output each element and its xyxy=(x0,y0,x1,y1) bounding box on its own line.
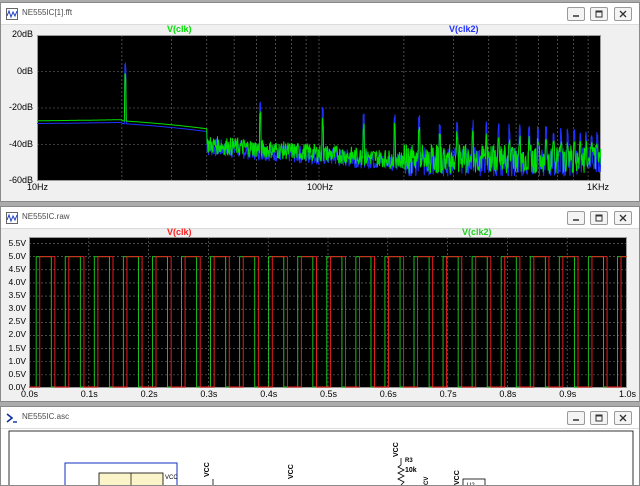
svg-text:VCC: VCC xyxy=(393,442,400,457)
fft-minimize-button[interactable] xyxy=(567,7,585,21)
transient-close-button[interactable] xyxy=(614,211,632,225)
chip-vcc-label: VCC xyxy=(165,475,178,481)
r3-name: R3 xyxy=(405,458,413,464)
minimize-icon xyxy=(573,419,579,421)
waveform-app-icon xyxy=(6,212,18,224)
svg-text:VCC: VCC xyxy=(454,470,461,485)
close-icon xyxy=(619,214,627,222)
fft-plot-area[interactable] xyxy=(37,35,602,181)
transient-titlebar[interactable]: NE555IC.raw xyxy=(1,207,639,229)
transient-x-tick-10: 1.0s xyxy=(619,389,637,399)
schematic-canvas[interactable]: VCC VCC VCC VCC R3 10k CV VCC U2 xyxy=(1,429,640,485)
close-icon xyxy=(619,10,627,18)
transient-x-tick-4: 0.4s xyxy=(260,389,278,399)
restore-icon xyxy=(595,214,603,222)
transient-y-tick-1: 5.0V xyxy=(8,250,27,261)
transient-maximize-button[interactable] xyxy=(590,211,608,225)
transient-y-tick-3: 4.0V xyxy=(8,276,27,287)
transient-y-tick-4: 3.5V xyxy=(8,290,27,301)
transient-x-tick-7: 0.7s xyxy=(439,389,457,399)
fft-window[interactable]: NE555IC[1].fft V(clk) V(clk2) 20dB 0dB -20d… xyxy=(0,2,640,202)
fft-x-tick-2: 1KHz xyxy=(587,182,610,192)
transient-trace-label-0: V(clk) xyxy=(167,227,192,237)
cv-label: CV xyxy=(424,477,430,485)
fft-plot xyxy=(37,35,602,181)
transient-plot-area[interactable] xyxy=(29,237,627,388)
transient-window[interactable]: NE555IC.raw V(clk) V(clk2) 5.5V 5.0V 4.5V 4.… xyxy=(0,206,640,402)
transient-plot xyxy=(29,237,627,388)
vcc-flag-2[interactable]: VCC xyxy=(288,464,295,479)
transient-x-tick-3: 0.3s xyxy=(200,389,218,399)
transient-x-tick-0: 0.0s xyxy=(21,389,39,399)
transient-y-tick-2: 4.5V xyxy=(8,263,27,274)
fft-y-tick-0: 20dB xyxy=(11,29,33,39)
schematic-window-title: NE555IC.asc xyxy=(22,412,70,421)
transient-x-tick-2: 0.2s xyxy=(140,389,158,399)
schematic-app-icon xyxy=(6,413,17,423)
transient-y-tick-8: 1.5V xyxy=(8,342,27,353)
schematic-titlebar[interactable]: NE555IC.asc xyxy=(1,407,639,429)
transient-x-tick-9: 0.9s xyxy=(559,389,577,399)
vcc-flag-4[interactable]: VCC xyxy=(454,470,461,485)
transient-y-tick-0: 5.5V xyxy=(8,237,27,248)
minimize-icon xyxy=(573,219,579,221)
schematic-close-button[interactable] xyxy=(614,411,632,425)
transient-y-tick-10: 0.5V xyxy=(8,368,27,379)
schematic-minimize-button[interactable] xyxy=(567,411,585,425)
fft-x-tick-1: 100Hz xyxy=(307,182,334,192)
transient-x-tick-6: 0.6s xyxy=(379,389,397,399)
fft-window-title: NE555IC[1].fft xyxy=(22,8,73,17)
fft-y-tick-1: 0dB xyxy=(16,65,33,76)
transient-window-title: NE555IC.raw xyxy=(22,212,70,221)
fft-y-tick-2: -20dB xyxy=(8,102,33,112)
restore-icon xyxy=(595,10,603,18)
close-icon xyxy=(619,414,627,422)
restore-icon xyxy=(595,414,603,422)
schematic-window[interactable]: NE555IC.asc VCC VCC VCC VCC R3 10k CV VC… xyxy=(0,406,640,486)
fft-x-tick-0: 10Hz xyxy=(27,182,49,192)
fft-trace-label-0: V(clk) xyxy=(167,24,192,34)
minimize-icon xyxy=(573,15,579,17)
transient-y-tick-5: 3.0V xyxy=(8,303,27,314)
transient-y-tick-6: 2.5V xyxy=(8,316,27,327)
fft-trace-label-1: V(clk2) xyxy=(449,24,479,34)
fft-close-button[interactable] xyxy=(614,7,632,21)
transient-grid xyxy=(29,237,627,388)
fft-titlebar[interactable]: NE555IC[1].fft xyxy=(1,3,639,25)
transient-y-tick-9: 1.0V xyxy=(8,355,27,366)
transient-x-tick-8: 0.8s xyxy=(499,389,517,399)
fft-y-tick-3: -40dB xyxy=(8,138,33,149)
transient-x-tick-5: 0.5s xyxy=(320,389,338,399)
transient-trace-label-1: V(clk2) xyxy=(462,227,492,237)
schematic-maximize-button[interactable] xyxy=(590,411,608,425)
svg-text:VCC: VCC xyxy=(204,462,211,477)
svg-text:VCC: VCC xyxy=(288,464,295,479)
fft-maximize-button[interactable] xyxy=(590,7,608,21)
r3-value: 10k xyxy=(405,467,417,474)
transient-minimize-button[interactable] xyxy=(567,211,585,225)
transient-y-tick-7: 2.0V xyxy=(8,329,27,340)
u2-label: U2 xyxy=(467,483,475,485)
waveform-app-icon xyxy=(6,8,18,20)
transient-x-tick-1: 0.1s xyxy=(80,389,98,399)
